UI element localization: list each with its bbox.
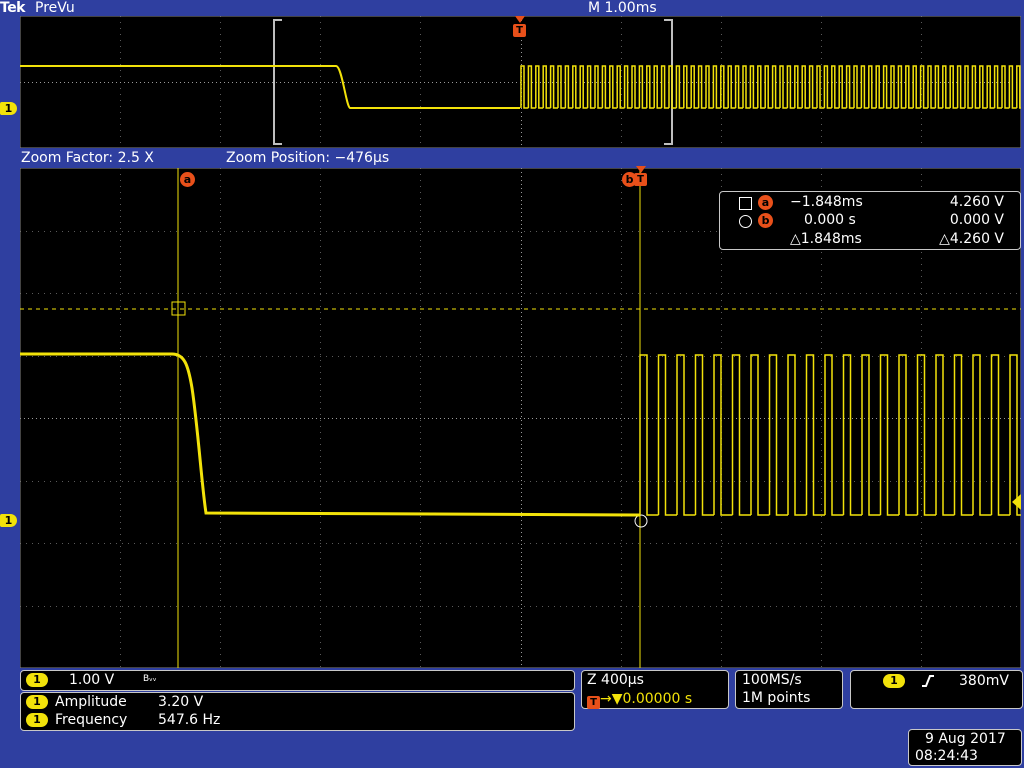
measurement-name: Frequency: [55, 712, 128, 728]
zoom-position: Zoom Position: −476µs: [226, 150, 390, 166]
measurement-value: 547.6 Hz: [158, 712, 221, 728]
cursor-delta-volts: △4.260 V: [939, 231, 1004, 247]
rising-edge-icon: [922, 675, 934, 687]
overview-trigger-marker[interactable]: T: [513, 24, 526, 37]
overview-channel-1-marker[interactable]: 1: [0, 102, 17, 115]
cursor-delta-time: △1.848ms: [790, 231, 862, 247]
time-label: 08:24:43: [915, 748, 978, 764]
brand-logo: Tek: [0, 0, 26, 16]
trigger-source-chip: 1: [883, 672, 905, 690]
trigger-box[interactable]: 1 380mV: [850, 670, 1023, 709]
cursor-a-volts: 4.260 V: [949, 194, 1004, 210]
overview-trace-step: [20, 65, 520, 109]
square-cursor-icon: [739, 197, 752, 210]
horizontal-zoom-box[interactable]: Z 400µs T →▼0.00000 s: [581, 670, 729, 709]
overview-trigger-arrow-icon: [515, 16, 525, 23]
top-status-bar: Tek PreVu M 1.00ms: [0, 0, 1024, 16]
cursor-a-readout-tag: a: [758, 195, 773, 210]
datetime-box: 9 Aug 2017 08:24:43: [908, 729, 1022, 766]
zoom-trace-pulses: [639, 354, 1021, 516]
cursor-b-volts: 0.000 V: [949, 212, 1004, 228]
zoom-trace-step: [20, 352, 641, 517]
overview-trace-pulses: [520, 65, 1021, 109]
sample-rate: 100MS/s: [742, 672, 802, 688]
trigger-position-row: T →▼0.00000 s: [587, 690, 693, 709]
channel-1-scale-box[interactable]: 1 1.00 V Bᵥᵥ: [20, 670, 575, 691]
zoom-time-per-div: Z 400µs: [587, 672, 644, 688]
channel-1-chip: 1: [26, 671, 48, 689]
measurements-box[interactable]: 1 Amplitude 3.20 V 1 Frequency 547.6 Hz: [20, 692, 575, 731]
zoom-trigger-marker[interactable]: T: [634, 173, 647, 186]
cursor-readout-panel: a −1.848ms 4.260 V b 0.000 s 0.000 V △1.…: [719, 191, 1021, 250]
measurement-channel-chip: 1: [26, 695, 48, 709]
trigger-level: 380mV: [959, 673, 1009, 689]
cursor-b-circle-icon: [634, 514, 648, 528]
zoom-factor: Zoom Factor: 2.5 X: [21, 150, 154, 166]
cursor-a-tag[interactable]: a: [180, 172, 195, 187]
measurement-value: 3.20 V: [158, 694, 204, 710]
cursor-a-time: −1.848ms: [790, 194, 863, 210]
circle-cursor-icon: [739, 215, 752, 228]
mode-label: PreVu: [35, 0, 75, 16]
cursor-delta-readout-row: △1.848ms △4.260 V: [720, 230, 1020, 249]
measurement-row: 1: [26, 693, 48, 711]
date-label: 9 Aug 2017: [925, 731, 1006, 747]
channel-1-volts-per-div: 1.00 V: [69, 672, 115, 688]
cursor-a-readout-row: a −1.848ms 4.260 V: [720, 193, 1020, 212]
measurement-name: Amplitude: [55, 694, 127, 710]
record-length: 1M points: [742, 690, 811, 706]
zoom-channel-1-marker[interactable]: 1: [0, 514, 17, 527]
cursor-b-time: 0.000 s: [804, 212, 856, 228]
measurement-channel-chip: 1: [26, 713, 48, 727]
main-timebase[interactable]: M 1.00ms: [588, 0, 657, 16]
bandwidth-limit-icon: Bᵥᵥ: [143, 674, 157, 684]
zoom-trigger-arrow-icon: [636, 166, 646, 173]
acquisition-box[interactable]: 100MS/s 1M points: [735, 670, 843, 709]
trigger-position-icon: T: [587, 696, 600, 709]
measurement-row: 1: [26, 711, 48, 729]
cursor-b-readout-tag: b: [758, 213, 773, 228]
trigger-position-value: →▼0.00000 s: [600, 691, 693, 707]
cursor-b-readout-row: b 0.000 s 0.000 V: [720, 211, 1020, 230]
